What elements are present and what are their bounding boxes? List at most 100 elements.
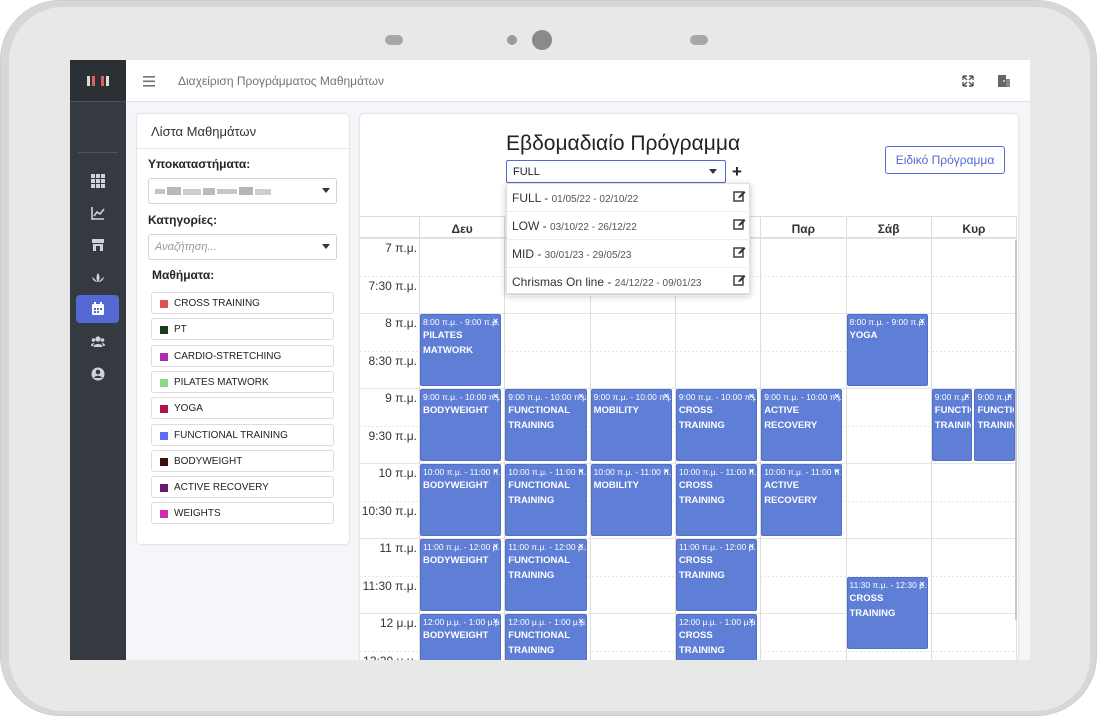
- close-icon[interactable]: ×: [964, 391, 969, 401]
- lesson-item[interactable]: CROSS TRAINING: [151, 292, 334, 314]
- close-icon[interactable]: ×: [578, 466, 583, 476]
- branches-select[interactable]: [148, 178, 337, 204]
- sidebar-item-users[interactable]: [76, 328, 119, 356]
- calendar-scrollbar[interactable]: [1015, 240, 1017, 620]
- lesson-item[interactable]: WEIGHTS: [151, 502, 334, 525]
- categories-label: Κατηγορίες:: [148, 213, 218, 227]
- schedule-event[interactable]: 11:00 π.μ. - 12:00 μ.μ. BODYWEIGHT ×: [420, 539, 502, 611]
- lesson-item[interactable]: ACTIVE RECOVERY: [151, 476, 334, 499]
- sidebar-item-dashboard[interactable]: [76, 167, 119, 195]
- edit-icon[interactable]: [733, 246, 746, 258]
- plus-icon[interactable]: +: [732, 162, 742, 182]
- event-name: ACTIVE RECOVERY: [764, 405, 818, 431]
- time-slot-label: 12:30 μ.μ.: [360, 654, 417, 661]
- close-icon[interactable]: ×: [493, 541, 498, 551]
- event-time: 9:00 π.μ. - 10:00 π.μ.: [423, 392, 502, 402]
- close-icon[interactable]: ×: [578, 541, 583, 551]
- door-icon[interactable]: [997, 74, 1011, 88]
- close-icon[interactable]: ×: [578, 391, 583, 401]
- schedule-event[interactable]: 11:00 π.μ. - 12:00 μ.μ. CROSS TRAINING ×: [675, 539, 758, 611]
- schedule-event[interactable]: 9:00 π.μ. - 10:00 π.μ.FUNCTIONAL TRAININ…: [931, 389, 973, 461]
- event-name: BODYWEIGHT: [423, 405, 489, 416]
- event-name: BODYWEIGHT: [423, 555, 489, 566]
- user-circle-icon: [91, 367, 104, 381]
- edit-icon[interactable]: [733, 218, 746, 230]
- blurred-branch-value: [155, 187, 271, 195]
- close-icon[interactable]: ×: [749, 466, 754, 476]
- event-name: FUNCTIONAL TRAINING: [508, 555, 570, 581]
- lesson-item[interactable]: YOGA: [151, 397, 334, 420]
- special-schedule-button[interactable]: Ειδικό Πρόγραμμα: [885, 146, 1005, 174]
- schedule-event[interactable]: 8:00 π.μ. - 9:00 π.μ. YOGA ×: [846, 314, 928, 386]
- lesson-item[interactable]: PT: [151, 318, 334, 341]
- app-screen: Διαχείριση Προγράμματος Μαθημάτων Λίστα …: [70, 60, 1030, 660]
- schedule-event[interactable]: 12:00 μ.μ. - 1:00 μ.μ. CROSS TRAINING ×: [675, 614, 758, 660]
- schedule-event[interactable]: 9:00 π.μ. - 10:00 π.μ.FUNCTIONAL TRAININ…: [974, 389, 1016, 461]
- schedule-event[interactable]: 11:30 π.μ. - 12:30 μ.μ. CROSS TRAINING ×: [846, 576, 928, 649]
- close-icon[interactable]: ×: [1007, 391, 1012, 401]
- edit-icon[interactable]: [733, 190, 746, 202]
- sidebar-item-calendar[interactable]: [76, 295, 119, 323]
- lesson-item[interactable]: PILATES MATWORK: [151, 370, 334, 393]
- sidebar-item-store[interactable]: [76, 231, 119, 259]
- season-option[interactable]: Chrismas On line - 24/12/22 - 09/01/23: [507, 268, 751, 296]
- categories-placeholder: Αναζήτηση...: [155, 241, 217, 253]
- expand-icon[interactable]: [962, 75, 974, 87]
- schedule-event[interactable]: 9:00 π.μ. - 10:00 π.μ.FUNCTIONAL TRAININ…: [505, 389, 587, 461]
- lesson-item[interactable]: CARDIO-STRETCHING: [151, 344, 334, 367]
- time-slot-label: 7 π.μ.: [385, 241, 417, 255]
- close-icon[interactable]: ×: [920, 316, 925, 326]
- schedule-event[interactable]: 10:00 π.μ. - 11:00 π.μ. BODYWEIGHT ×: [420, 464, 502, 536]
- dumbbell-icon[interactable]: [70, 60, 126, 102]
- chevron-down-icon: [322, 188, 330, 193]
- lesson-color-swatch: [160, 484, 168, 493]
- lesson-color-swatch: [160, 352, 168, 361]
- lesson-item[interactable]: BODYWEIGHT: [151, 449, 334, 472]
- close-icon[interactable]: ×: [578, 616, 583, 626]
- close-icon[interactable]: ×: [493, 316, 498, 326]
- schedule-event[interactable]: 11:00 π.μ. - 12:00 μ.μ. FUNCTIONAL TRAINI…: [505, 539, 587, 611]
- day-header: Δευ: [419, 216, 505, 238]
- event-name: CROSS TRAINING: [849, 592, 896, 619]
- schedule-event[interactable]: 9:00 π.μ. - 10:00 π.μ. ACTIVE RECOVERY ×: [761, 389, 843, 461]
- close-icon[interactable]: ×: [834, 391, 839, 401]
- season-option[interactable]: FULL - 01/05/22 - 02/10/22: [507, 184, 751, 212]
- lesson-color-swatch: [160, 431, 168, 440]
- event-time: 10:00 π.μ. - 11:00 π.μ.: [593, 467, 672, 477]
- hamburger-icon[interactable]: [143, 76, 155, 87]
- season-option[interactable]: LOW - 03/10/22 - 26/12/22: [507, 212, 751, 240]
- close-icon[interactable]: ×: [749, 616, 754, 626]
- close-icon[interactable]: ×: [920, 579, 925, 589]
- schedule-event[interactable]: 12:00 μ.μ. - 1:00 μ.μ. BODYWEIGHT ×: [420, 614, 502, 660]
- season-option[interactable]: MID - 30/01/23 - 29/05/23: [507, 240, 751, 268]
- sidebar-item-lotus[interactable]: [76, 263, 119, 291]
- schedule-event[interactable]: 10:00 π.μ. - 11:00 π.μ. MOBILITY ×: [590, 464, 672, 536]
- close-icon[interactable]: ×: [834, 466, 839, 476]
- schedule-event[interactable]: 10:00 π.μ. - 11:00 π.μ. FUNCTIONAL TRAINI…: [505, 464, 587, 536]
- schedule-event[interactable]: 9:00 π.μ. - 10:00 π.μ. MOBILITY ×: [590, 389, 672, 461]
- sidebar-item-chart[interactable]: [76, 199, 119, 227]
- lesson-color-swatch: [160, 510, 168, 519]
- close-icon[interactable]: ×: [749, 541, 754, 551]
- close-icon[interactable]: ×: [664, 466, 669, 476]
- close-icon[interactable]: ×: [493, 466, 498, 476]
- close-icon[interactable]: ×: [493, 616, 498, 626]
- event-name: FUNCTIONAL TRAINING: [934, 405, 972, 431]
- close-icon[interactable]: ×: [493, 391, 498, 401]
- edit-icon[interactable]: [733, 274, 746, 286]
- close-icon[interactable]: ×: [664, 391, 669, 401]
- time-slot-label: 12 μ.μ.: [379, 616, 417, 630]
- schedule-event[interactable]: 10:00 π.μ. - 11:00 π.μ. ACTIVE RECOVERY ×: [761, 464, 843, 536]
- lesson-item[interactable]: FUNCTIONAL TRAINING: [151, 423, 334, 446]
- schedule-event[interactable]: 9:00 π.μ. - 10:00 π.μ. CROSS TRAINING ×: [675, 389, 758, 461]
- schedule-event[interactable]: 12:00 μ.μ. - 1:00 μ.μ. FUNCTIONAL TRAININ…: [505, 614, 587, 660]
- schedule-event[interactable]: 9:00 π.μ. - 10:00 π.μ. BODYWEIGHT ×: [420, 389, 502, 461]
- schedule-event[interactable]: 8:00 π.μ. - 9:00 π.μ. PILATES MATWORK ×: [420, 314, 502, 386]
- season-select[interactable]: FULL: [506, 160, 726, 183]
- sidebar-item-user-circle[interactable]: [76, 360, 119, 388]
- categories-search[interactable]: Αναζήτηση...: [148, 234, 337, 260]
- lesson-name: CROSS TRAINING: [174, 298, 260, 309]
- tablet-frame: Διαχείριση Προγράμματος Μαθημάτων Λίστα …: [0, 0, 1097, 716]
- schedule-event[interactable]: 10:00 π.μ. - 11:00 π.μ. CROSS TRAINING ×: [675, 464, 758, 536]
- close-icon[interactable]: ×: [749, 391, 754, 401]
